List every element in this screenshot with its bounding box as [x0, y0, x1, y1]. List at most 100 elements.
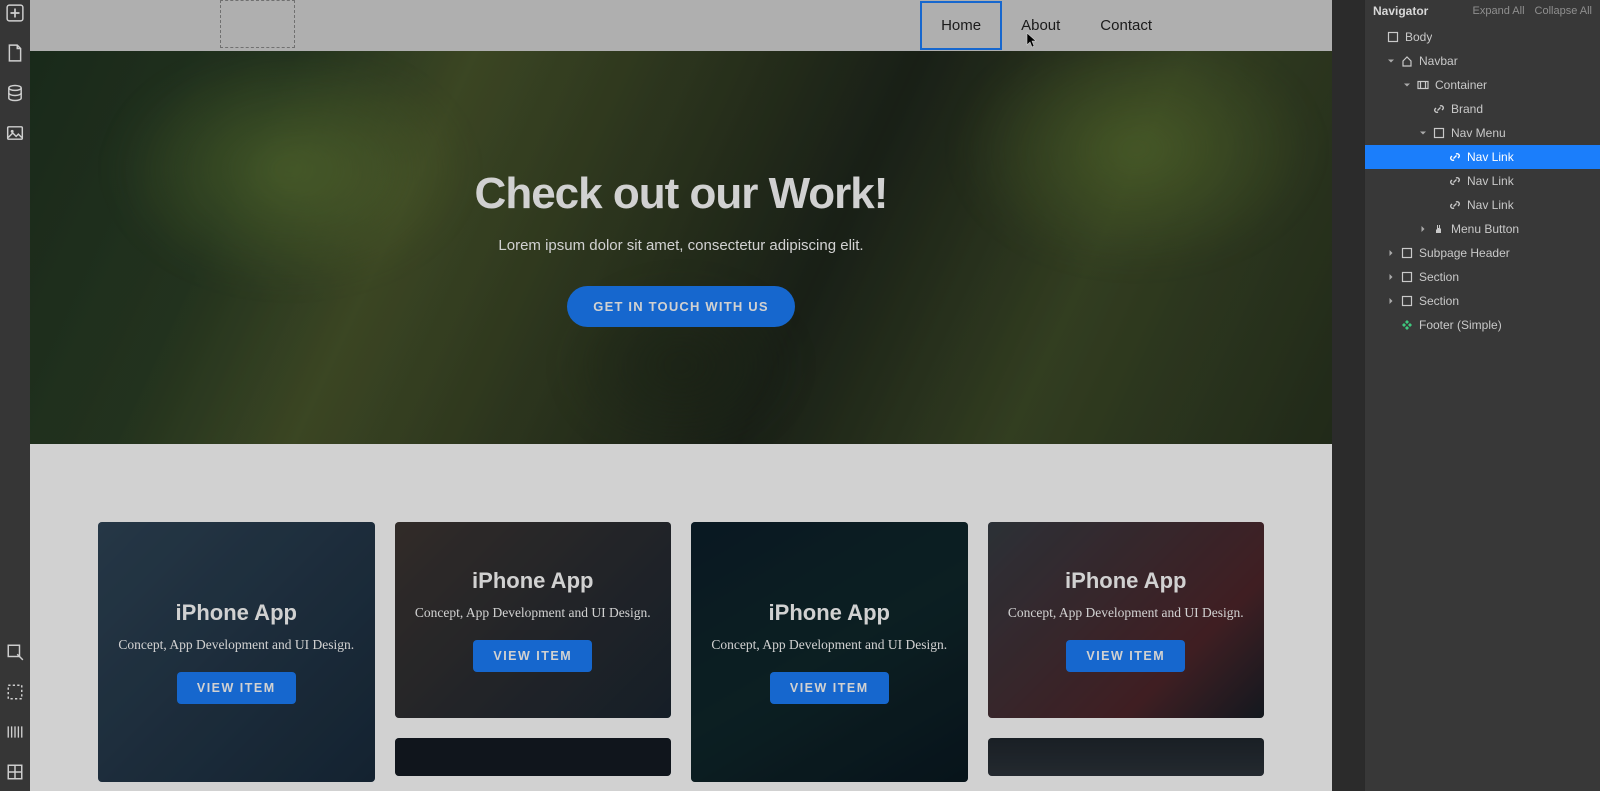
tree-row-footer-simple-[interactable]: Footer (Simple) — [1365, 313, 1600, 337]
pages-icon[interactable] — [6, 44, 24, 62]
tree-row-nav-link[interactable]: Nav Link — [1365, 169, 1600, 193]
card-desc: Concept, App Development and UI Design. — [415, 604, 651, 623]
work-card[interactable]: iPhone App Concept, App Development and … — [691, 522, 968, 782]
tree-row-label: Section — [1419, 270, 1459, 284]
collapse-all-link[interactable]: Collapse All — [1535, 5, 1592, 17]
card-title: iPhone App — [472, 568, 593, 594]
brand-placeholder[interactable] — [220, 0, 295, 48]
nav-menu: Home Nav Link About Contact — [921, 2, 1172, 49]
caret-icon[interactable] — [1387, 57, 1395, 65]
caret-icon[interactable] — [1403, 81, 1411, 89]
tree-row-label: Section — [1419, 294, 1459, 308]
tree-row-label: Nav Menu — [1451, 126, 1506, 140]
link-icon — [1433, 103, 1445, 115]
link-icon — [1449, 151, 1461, 163]
view-item-button[interactable]: VIEW ITEM — [177, 672, 296, 704]
caret-icon[interactable] — [1419, 129, 1427, 137]
tree-row-navbar[interactable]: Navbar — [1365, 49, 1600, 73]
tree-row-label: Footer (Simple) — [1419, 318, 1502, 332]
tree-row-label: Body — [1405, 30, 1432, 44]
home-icon — [1401, 55, 1413, 67]
navigator-panel: Navigator Expand All Collapse All Body Na… — [1364, 0, 1600, 791]
box-icon — [1433, 127, 1445, 139]
card-title: iPhone App — [1065, 568, 1186, 594]
component-icon — [1401, 319, 1413, 331]
tree-row-section[interactable]: Section — [1365, 289, 1600, 313]
tree-row-label: Container — [1435, 78, 1487, 92]
navigator-header: Navigator Expand All Collapse All — [1365, 0, 1600, 22]
caret-icon[interactable] — [1419, 225, 1427, 233]
box-icon — [1387, 31, 1399, 43]
tree-row-label: Subpage Header — [1419, 246, 1510, 260]
tree-row-label: Menu Button — [1451, 222, 1519, 236]
caret-icon[interactable] — [1419, 105, 1427, 113]
xray-icon[interactable] — [6, 723, 24, 741]
card-desc: Concept, App Development and UI Design. — [711, 636, 947, 655]
box-icon — [1401, 271, 1413, 283]
view-item-button[interactable]: VIEW ITEM — [473, 640, 592, 672]
tree-row-nav-link[interactable]: Nav Link — [1365, 193, 1600, 217]
work-card[interactable] — [395, 738, 672, 776]
tree-row-container[interactable]: Container — [1365, 73, 1600, 97]
tree-row-label: Nav Link — [1467, 150, 1514, 164]
caret-icon[interactable] — [1387, 321, 1395, 329]
tree-row-label: Nav Link — [1467, 174, 1514, 188]
database-icon[interactable] — [6, 84, 24, 102]
site-navbar: Home Nav Link About Contact — [30, 0, 1332, 51]
card-title: iPhone App — [176, 600, 297, 626]
select-tool-icon[interactable] — [6, 643, 24, 661]
nav-link-contact[interactable]: Contact — [1080, 2, 1172, 49]
assets-icon[interactable] — [6, 124, 24, 142]
caret-icon[interactable] — [1373, 33, 1381, 41]
hero-cta-button[interactable]: GET IN TOUCH WITH US — [567, 286, 794, 327]
navigator-title: Navigator — [1373, 4, 1428, 18]
hero-title: Check out our Work! — [475, 169, 888, 219]
work-section: iPhone App Concept, App Development and … — [30, 444, 1332, 782]
link-icon — [1449, 175, 1461, 187]
caret-icon[interactable] — [1387, 273, 1395, 281]
caret-icon[interactable] — [1387, 297, 1395, 305]
link-icon — [1449, 199, 1461, 211]
nav-link-label: About — [1021, 17, 1060, 34]
left-toolbar — [0, 0, 30, 791]
tree-row-label: Brand — [1451, 102, 1483, 116]
hand-icon — [1433, 223, 1445, 235]
tree-row-label: Nav Link — [1467, 198, 1514, 212]
tree-row-subpage-header[interactable]: Subpage Header — [1365, 241, 1600, 265]
navigator-tree: Body Navbar Container Brand Nav Menu Nav Link… — [1365, 22, 1600, 337]
work-card[interactable]: iPhone App Concept, App Development and … — [98, 522, 375, 782]
container-icon — [1417, 79, 1429, 91]
tree-row-section[interactable]: Section — [1365, 265, 1600, 289]
nav-link-label: Contact — [1100, 17, 1152, 34]
caret-icon[interactable] — [1435, 153, 1443, 161]
card-title: iPhone App — [769, 600, 890, 626]
view-item-button[interactable]: VIEW ITEM — [1066, 640, 1185, 672]
grid-tool-icon[interactable] — [6, 763, 24, 781]
card-desc: Concept, App Development and UI Design. — [1008, 604, 1244, 623]
nav-link-home[interactable]: Home Nav Link — [921, 2, 1001, 49]
tree-row-nav-menu[interactable]: Nav Menu — [1365, 121, 1600, 145]
nav-link-about[interactable]: About — [1001, 2, 1080, 49]
card-desc: Concept, App Development and UI Design. — [118, 636, 354, 655]
work-card[interactable]: iPhone App Concept, App Development and … — [988, 522, 1265, 718]
caret-icon[interactable] — [1435, 201, 1443, 209]
expand-all-link[interactable]: Expand All — [1473, 5, 1525, 17]
work-card[interactable]: iPhone App Concept, App Development and … — [395, 522, 672, 718]
tree-row-body[interactable]: Body — [1365, 25, 1600, 49]
tree-row-nav-link[interactable]: Nav Link — [1365, 145, 1600, 169]
view-item-button[interactable]: VIEW ITEM — [770, 672, 889, 704]
box-icon — [1401, 295, 1413, 307]
hero-section: Check out our Work! Lorem ipsum dolor si… — [30, 51, 1332, 444]
work-card[interactable] — [988, 738, 1265, 776]
tree-row-brand[interactable]: Brand — [1365, 97, 1600, 121]
tree-row-menu-button[interactable]: Menu Button — [1365, 217, 1600, 241]
design-canvas[interactable]: Home Nav Link About Contact Check out ou… — [30, 0, 1332, 791]
caret-icon[interactable] — [1387, 249, 1395, 257]
box-icon — [1401, 247, 1413, 259]
nav-link-label: Home — [941, 17, 981, 34]
hero-subtitle: Lorem ipsum dolor sit amet, consectetur … — [498, 237, 863, 254]
caret-icon[interactable] — [1435, 177, 1443, 185]
tree-row-label: Navbar — [1419, 54, 1458, 68]
bounding-box-icon[interactable] — [6, 683, 24, 701]
add-element-icon[interactable] — [6, 4, 24, 22]
